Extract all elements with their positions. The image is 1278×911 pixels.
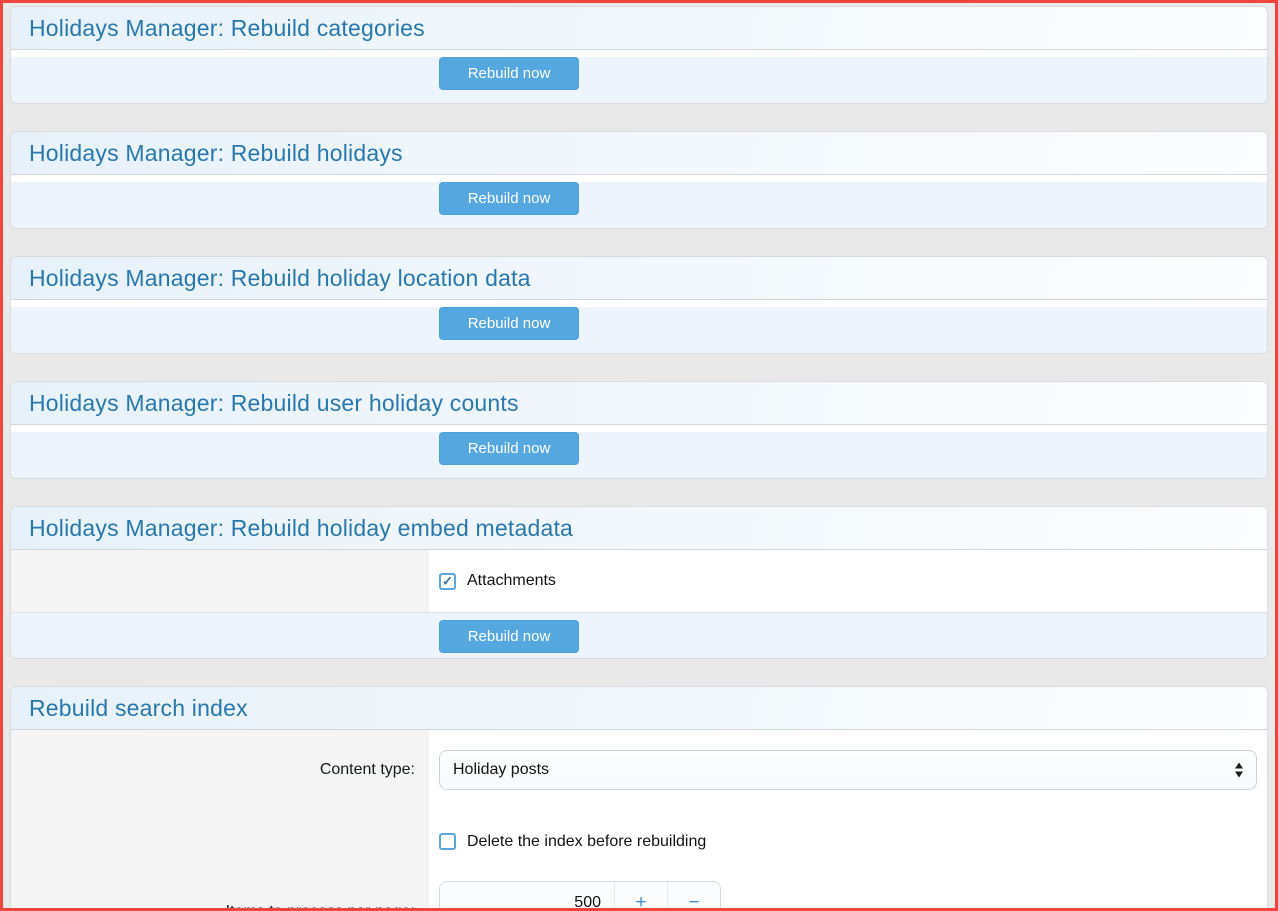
panel-title: Holidays Manager: Rebuild holiday locati… — [29, 265, 531, 292]
panel-rebuild-holiday-embed-metadata: Holidays Manager: Rebuild holiday embed … — [10, 506, 1268, 659]
panel-title: Holidays Manager: Rebuild categories — [29, 15, 425, 42]
content-type-label: Content type: — [11, 730, 429, 810]
rebuild-now-button[interactable]: Rebuild now — [439, 620, 579, 653]
content-type-select[interactable]: Holiday posts — [439, 750, 1257, 790]
items-per-page-input[interactable] — [440, 882, 614, 911]
panel-rebuild-user-holiday-counts: Holidays Manager: Rebuild user holiday c… — [10, 381, 1268, 479]
panel-title: Rebuild search index — [29, 695, 248, 722]
row-label-cell — [11, 550, 429, 612]
rebuild-now-button[interactable]: Rebuild now — [439, 432, 579, 465]
check-icon: ✓ — [442, 574, 453, 587]
rebuild-now-button[interactable]: Rebuild now — [439, 182, 579, 215]
content-type-row: Content type: Holiday posts — [11, 730, 1267, 810]
panel-rebuild-holiday-location-data: Holidays Manager: Rebuild holiday locati… — [10, 256, 1268, 354]
panel-title: Holidays Manager: Rebuild user holiday c… — [29, 390, 519, 417]
panel-title: Holidays Manager: Rebuild holiday embed … — [29, 515, 573, 542]
panel-header: Holidays Manager: Rebuild categories — [11, 7, 1267, 50]
delete-index-checkbox-label[interactable]: Delete the index before rebuilding — [467, 833, 706, 851]
panel-rebuild-categories: Holidays Manager: Rebuild categories Reb… — [10, 6, 1268, 104]
panel-header: Holidays Manager: Rebuild holiday locati… — [11, 257, 1267, 300]
row-control-cell: Holiday posts — [429, 730, 1267, 810]
delete-index-checkbox[interactable] — [439, 833, 456, 850]
panel-rebuild-search-index: Rebuild search index Content type: Holid… — [10, 686, 1268, 911]
panel-header: Rebuild search index — [11, 687, 1267, 730]
submit-row: Rebuild now — [11, 57, 1267, 103]
panel-rebuild-holidays: Holidays Manager: Rebuild holidays Rebui… — [10, 131, 1268, 229]
content-type-selected-value: Holiday posts — [453, 761, 549, 779]
rebuild-now-button[interactable]: Rebuild now — [439, 57, 579, 90]
attachments-checkbox-label[interactable]: Attachments — [467, 572, 556, 590]
items-per-page-stepper: + − — [439, 881, 721, 911]
stepper-increment-button[interactable]: + — [614, 882, 667, 911]
items-per-page-label: Items to process per page: — [11, 869, 429, 911]
row-control-cell: Delete the index before rebuilding — [429, 810, 1267, 869]
row-control-cell: + − — [429, 869, 1267, 911]
submit-row: Rebuild now — [11, 612, 1267, 658]
submit-row: Rebuild now — [11, 307, 1267, 353]
submit-row: Rebuild now — [11, 182, 1267, 228]
panel-header: Holidays Manager: Rebuild user holiday c… — [11, 382, 1267, 425]
attachments-checkbox[interactable]: ✓ — [439, 573, 456, 590]
rebuild-now-button[interactable]: Rebuild now — [439, 307, 579, 340]
row-label-cell — [11, 810, 429, 869]
panel-header: Holidays Manager: Rebuild holiday embed … — [11, 507, 1267, 550]
attachments-row: ✓ Attachments — [11, 550, 1267, 612]
panel-title: Holidays Manager: Rebuild holidays — [29, 140, 403, 167]
select-arrows-icon — [1235, 763, 1243, 778]
delete-index-row: Delete the index before rebuilding — [11, 810, 1267, 869]
stepper-decrement-button[interactable]: − — [667, 882, 720, 911]
items-per-page-row: Items to process per page: + − — [11, 869, 1267, 911]
row-control-cell: ✓ Attachments — [429, 550, 1267, 612]
panel-header: Holidays Manager: Rebuild holidays — [11, 132, 1267, 175]
submit-row: Rebuild now — [11, 432, 1267, 478]
page: Holidays Manager: Rebuild categories Reb… — [0, 0, 1278, 911]
